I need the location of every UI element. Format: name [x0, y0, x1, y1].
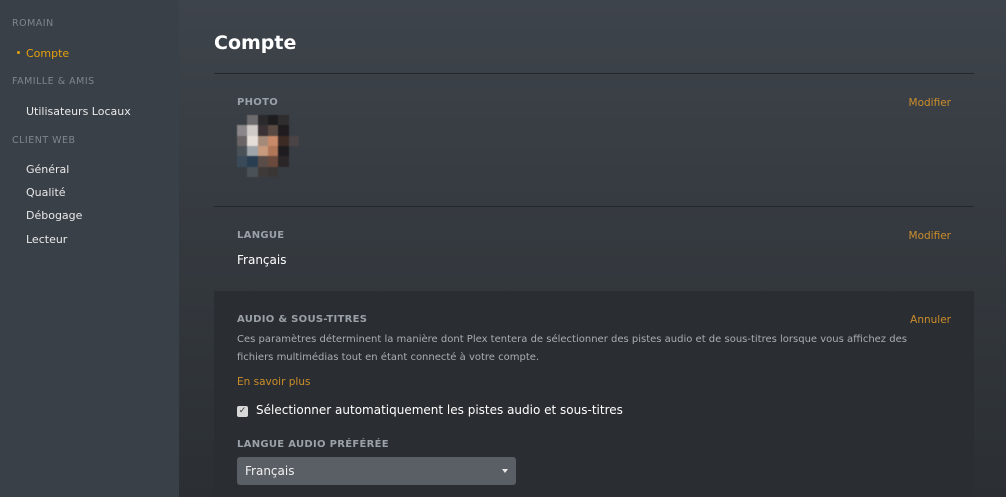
- sidebar-item-general[interactable]: Général: [26, 163, 69, 176]
- avatar[interactable]: [237, 115, 299, 177]
- learn-more-link[interactable]: En savoir plus: [237, 376, 310, 388]
- active-indicator-icon: [17, 51, 20, 54]
- preferred-audio-label: LANGUE AUDIO PRÉFÉRÉE: [237, 439, 389, 450]
- sidebar-item-lecteur[interactable]: Lecteur: [26, 233, 67, 246]
- page-title: Compte: [214, 32, 297, 54]
- sidebar-item-debogage[interactable]: Débogage: [26, 209, 82, 222]
- sidebar-item-utilisateurs-locaux[interactable]: Utilisateurs Locaux: [26, 105, 131, 118]
- sidebar-item-qualite[interactable]: Qualité: [26, 186, 66, 199]
- sidebar-item-compte[interactable]: Compte: [26, 47, 69, 60]
- sidebar-section-famille-amis: FAMILLE & AMIS: [12, 76, 95, 87]
- audio-cancel-link[interactable]: Annuler: [910, 314, 951, 326]
- language-section-label: LANGUE: [237, 230, 285, 241]
- divider: [214, 206, 974, 207]
- sidebar: ROMAIN Compte FAMILLE & AMIS Utilisateur…: [0, 0, 179, 497]
- main-content: Compte PHOTO Modifier LANGUE Modifier Fr…: [179, 0, 1006, 497]
- preferred-audio-select[interactable]: Français: [237, 457, 516, 485]
- preferred-audio-value: Français: [245, 464, 295, 478]
- auto-select-label[interactable]: Sélectionner automatiquement les pistes …: [256, 403, 623, 417]
- sidebar-section-client-web: CLIENT WEB: [12, 135, 76, 146]
- divider: [214, 73, 974, 74]
- sidebar-section-romain: ROMAIN: [12, 18, 54, 29]
- audio-subtitles-panel: AUDIO & SOUS-TITRES Annuler Ces paramètr…: [214, 291, 974, 497]
- language-modify-link[interactable]: Modifier: [909, 230, 951, 242]
- language-value: Français: [237, 253, 287, 267]
- photo-section-label: PHOTO: [237, 97, 279, 108]
- auto-select-checkbox[interactable]: ✓: [237, 406, 248, 417]
- audio-description: Ces paramètres déterminent la manière do…: [237, 334, 907, 363]
- audio-section-label: AUDIO & SOUS-TITRES: [237, 314, 368, 325]
- photo-modify-link[interactable]: Modifier: [909, 97, 951, 109]
- chevron-down-icon: [502, 469, 508, 473]
